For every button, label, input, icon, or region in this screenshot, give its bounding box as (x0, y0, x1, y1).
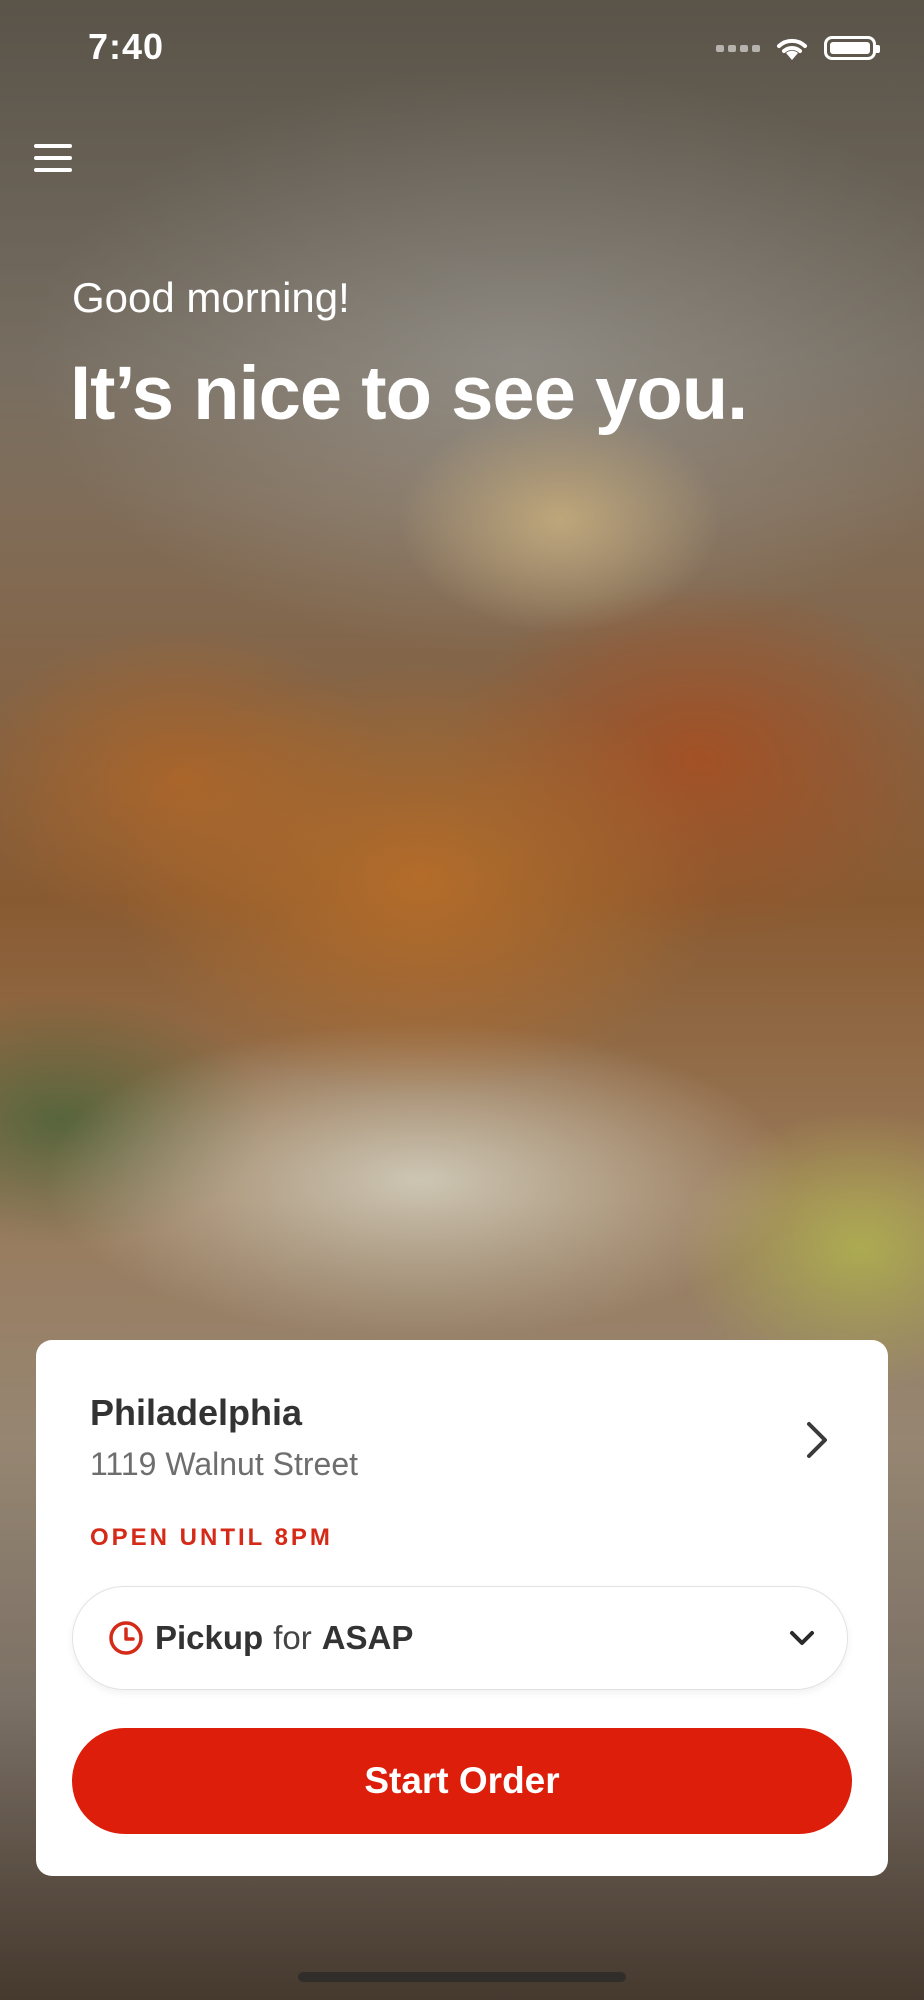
wifi-icon (777, 38, 807, 60)
chevron-right-icon (807, 1422, 827, 1458)
pickup-connector: for (273, 1619, 312, 1656)
clock-icon (109, 1621, 143, 1655)
location-selector[interactable]: Philadelphia 1119 Walnut Street (90, 1392, 840, 1502)
start-order-button[interactable]: Start Order (72, 1728, 852, 1834)
hamburger-menu-icon[interactable] (34, 140, 74, 176)
location-city: Philadelphia (90, 1392, 303, 1433)
open-hours-status: OPEN UNTIL 8PM (90, 1524, 333, 1551)
status-bar-time: 7:40 (88, 26, 165, 67)
location-address: 1119 Walnut Street (90, 1446, 358, 1482)
welcome-headline: It’s nice to see you. (70, 351, 748, 436)
battery-icon (824, 36, 880, 60)
app-screen: 7:40 Good morning! It’s nice to see you.… (0, 0, 924, 2000)
chevron-down-icon (790, 1631, 814, 1645)
pickup-time: ASAP (321, 1619, 414, 1656)
cellular-signal-icon (716, 44, 760, 52)
location-card: Philadelphia 1119 Walnut Street OPEN UNT… (36, 1340, 888, 1876)
status-bar-icons (716, 34, 880, 62)
greeting-text: Good morning! (72, 274, 350, 321)
pickup-mode: Pickup (155, 1619, 264, 1656)
pickup-time-selector[interactable]: Pickup for ASAP (72, 1586, 848, 1690)
home-indicator[interactable] (298, 1972, 626, 1982)
